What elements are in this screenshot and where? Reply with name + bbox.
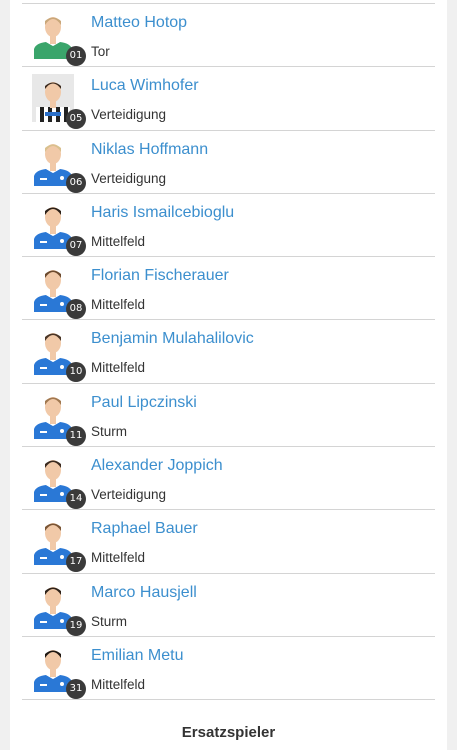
player-name-link[interactable]: Paul Lipczinski <box>91 394 197 412</box>
jersey-number-badge: 01 <box>66 46 86 66</box>
player-name-link[interactable]: Haris Ismailcebioglu <box>91 204 234 222</box>
player-position: Verteidigung <box>91 170 167 186</box>
jersey-number-badge: 07 <box>66 235 86 256</box>
player-row[interactable]: 17 Raphael Bauer Mittelfeld <box>22 510 435 574</box>
player-position: Sturm <box>91 613 128 629</box>
jersey-number-badge: 17 <box>66 552 86 573</box>
player-row[interactable]: 19 Marco Hausjell Sturm <box>22 574 435 637</box>
player-row[interactable]: 11 Paul Lipczinski Sturm <box>22 384 435 448</box>
player-position: Verteidigung <box>91 487 167 503</box>
player-position: Mittelfeld <box>91 233 146 249</box>
player-name-link[interactable]: Florian Fischerauer <box>91 267 229 285</box>
player-position: Sturm <box>91 423 128 439</box>
player-name-link[interactable]: Luca Wimhofer <box>91 77 199 95</box>
player-row[interactable]: 05 Luca Wimhofer Verteidigung <box>22 67 435 131</box>
player-row[interactable]: 10 Benjamin Mulahalilovic Mittelfeld <box>22 320 435 384</box>
jersey-number-badge: 14 <box>66 489 86 510</box>
player-position: Mittelfeld <box>91 360 146 376</box>
jersey-number-badge: 10 <box>66 362 86 383</box>
player-name-link[interactable]: Matteo Hotop <box>91 14 187 32</box>
player-row[interactable]: 07 Haris Ismailcebioglu Mittelfeld <box>22 194 435 258</box>
player-name-link[interactable]: Raphael Bauer <box>91 520 198 538</box>
player-position: Mittelfeld <box>91 550 146 566</box>
jersey-number-badge: 31 <box>66 678 86 699</box>
substitutes-heading: Ersatzspieler <box>181 724 276 741</box>
player-name-link[interactable]: Niklas Hoffmann <box>91 141 208 159</box>
player-name-link[interactable]: Alexander Joppich <box>91 457 223 475</box>
player-position: Tor <box>91 44 110 59</box>
player-position: Mittelfeld <box>91 676 146 692</box>
player-list: 01 Matteo Hotop Tor 05 Luca Wimhofer Verteidi… <box>22 3 435 701</box>
player-name-link[interactable]: Marco Hausjell <box>91 584 197 602</box>
player-row[interactable]: 31 Emilian Metu Mittelfeld <box>22 637 435 701</box>
jersey-number-badge: 19 <box>66 615 86 636</box>
jersey-number-badge: 05 <box>66 109 86 130</box>
player-name-link[interactable]: Emilian Metu <box>91 647 183 665</box>
jersey-number-badge: 06 <box>66 172 86 193</box>
player-row[interactable]: 08 Florian Fischerauer Mittelfeld <box>22 257 435 321</box>
jersey-number-badge: 11 <box>66 425 86 446</box>
player-position: Verteidigung <box>91 107 167 123</box>
player-row[interactable]: 01 Matteo Hotop Tor <box>22 4 435 68</box>
player-name-link[interactable]: Benjamin Mulahalilovic <box>91 330 254 348</box>
jersey-number-badge: 08 <box>66 299 86 320</box>
player-row[interactable]: 14 Alexander Joppich Verteidigung <box>22 447 435 511</box>
player-row[interactable]: 06 Niklas Hoffmann Verteidigung <box>22 131 435 194</box>
player-position: Mittelfeld <box>91 297 146 313</box>
lineup-card: 01 Matteo Hotop Tor 05 Luca Wimhofer Verteidi… <box>10 0 447 750</box>
